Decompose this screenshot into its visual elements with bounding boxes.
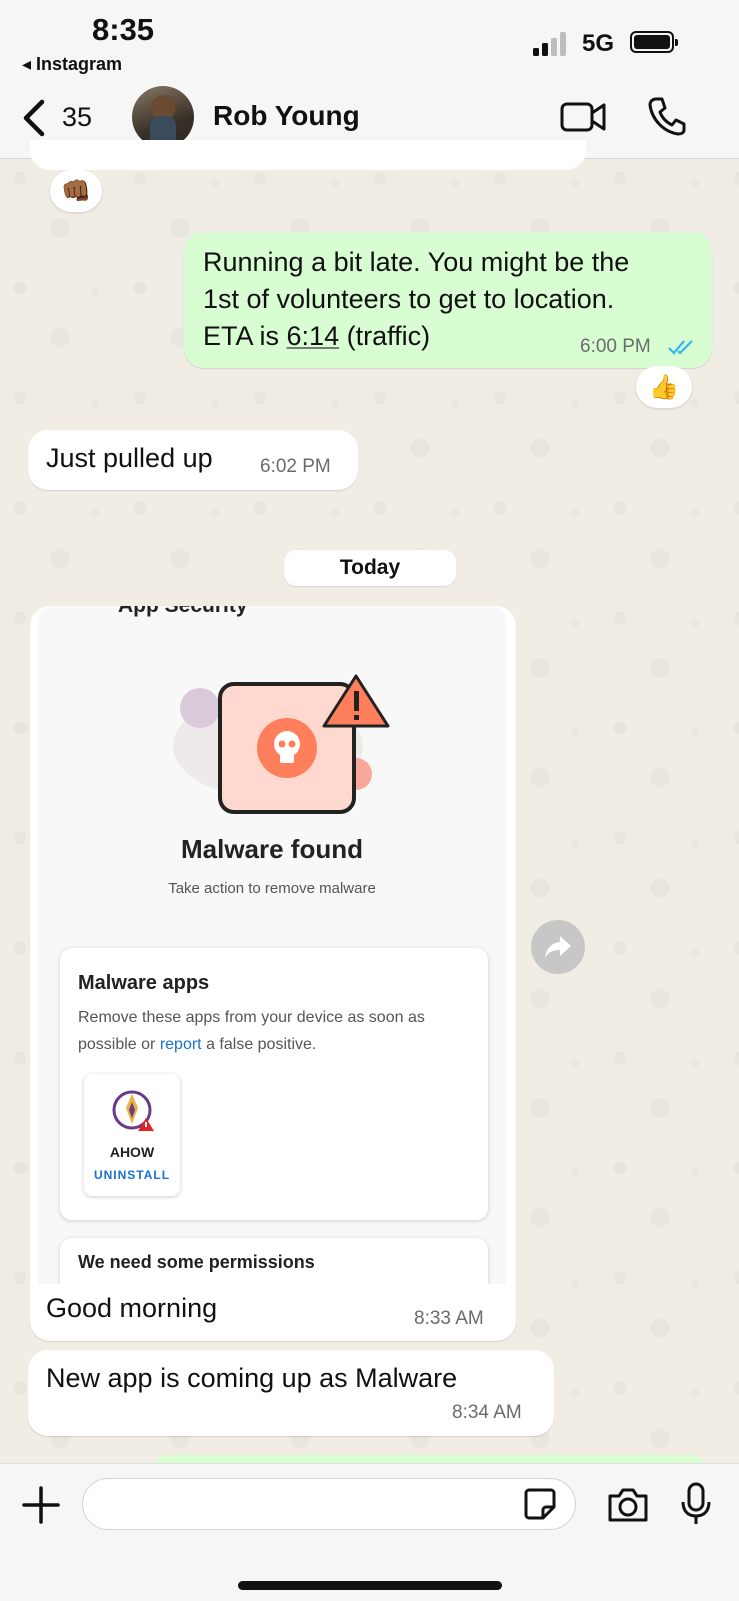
- previous-message-bubble[interactable]: [30, 140, 586, 170]
- read-receipt-icon: [668, 340, 693, 355]
- malware-app-tile[interactable]: AHOW UNINSTALL: [84, 1074, 180, 1196]
- malware-title: Malware found: [180, 834, 363, 864]
- signal-icon: [533, 32, 566, 56]
- screenshot-header: App Security: [118, 606, 248, 618]
- card-title: Malware apps: [78, 972, 210, 994]
- incoming-message[interactable]: New app is coming up as Malware 8:34 AM: [28, 1350, 554, 1436]
- card-description: Remove these apps from your device as so…: [78, 1009, 425, 1053]
- eta-time-link[interactable]: 6:14: [287, 321, 340, 351]
- message-text: Good morning: [46, 1293, 218, 1323]
- status-bar: 8:35 ◂ Instagram 5G: [0, 0, 739, 78]
- unread-count[interactable]: 35: [62, 102, 92, 133]
- uninstall-button[interactable]: UNINSTALL: [84, 1168, 180, 1182]
- message-time: 6:00 PM: [580, 336, 651, 357]
- message-text: Just pulled up: [46, 443, 213, 473]
- message-time: 8:34 AM: [452, 1402, 522, 1423]
- permissions-card: We need some permissions: [60, 1238, 488, 1284]
- thumbs-up-reaction[interactable]: 👍: [636, 366, 692, 408]
- network-type: 5G: [582, 30, 615, 57]
- attached-screenshot[interactable]: App Security Malware found Take action t…: [38, 606, 506, 1284]
- forward-icon: [545, 936, 571, 958]
- status-time: 8:35: [92, 12, 155, 47]
- malware-apps-card: Malware apps Remove these apps from your…: [60, 948, 488, 1220]
- battery-icon: [630, 31, 678, 53]
- video-call-icon[interactable]: [560, 100, 606, 134]
- camera-icon[interactable]: [606, 1486, 650, 1524]
- message-time: 8:33 AM: [414, 1308, 484, 1329]
- app-name: AHOW: [109, 1144, 155, 1160]
- report-link[interactable]: report: [160, 1036, 202, 1053]
- phone-call-icon[interactable]: [648, 96, 686, 136]
- message-text: New app is coming up as Malware: [46, 1363, 458, 1393]
- app-logo-icon: [112, 1090, 154, 1131]
- avatar[interactable]: [132, 86, 194, 148]
- contact-name[interactable]: Rob Young: [213, 100, 360, 132]
- home-indicator: [238, 1581, 502, 1590]
- back-chevron-icon[interactable]: [20, 98, 50, 138]
- permissions-title: We need some permissions: [78, 1252, 315, 1272]
- message-input[interactable]: [82, 1478, 576, 1530]
- plus-icon[interactable]: [22, 1486, 60, 1524]
- incoming-message[interactable]: Just pulled up 6:02 PM: [28, 430, 358, 490]
- composer-bar: [0, 1463, 739, 1601]
- forward-button[interactable]: [531, 920, 585, 974]
- image-message[interactable]: App Security Malware found Take action t…: [30, 606, 516, 1341]
- date-separator: Today: [284, 550, 456, 586]
- outgoing-message[interactable]: Running a bit late. You might be the 1st…: [184, 232, 712, 368]
- back-to-app-link[interactable]: ◂ Instagram: [22, 54, 122, 75]
- message-time: 6:02 PM: [260, 456, 331, 477]
- malware-subtitle: Take action to remove malware: [168, 880, 376, 897]
- reaction-badge[interactable]: 👊🏾: [50, 170, 102, 212]
- malware-warning-illustration: [173, 674, 390, 814]
- sticker-icon[interactable]: [523, 1487, 557, 1521]
- microphone-icon[interactable]: [680, 1482, 712, 1526]
